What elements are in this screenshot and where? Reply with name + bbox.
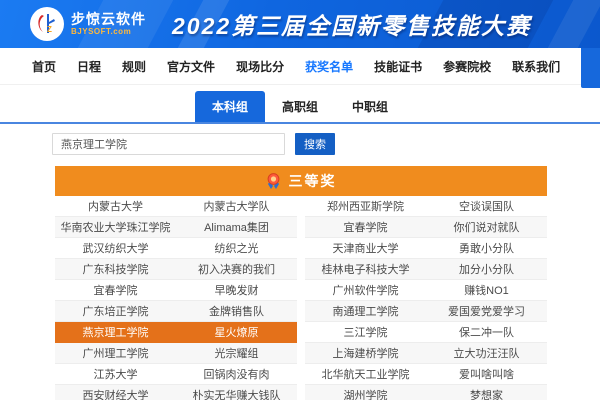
team-cell: 纺织之光 bbox=[176, 240, 297, 256]
medal-icon bbox=[266, 173, 281, 189]
award-banner: 三等奖 bbox=[55, 166, 547, 196]
school-cell: 江苏大学 bbox=[55, 366, 176, 382]
tab-高职组[interactable]: 高职组 bbox=[265, 91, 335, 122]
school-cell: 宜春学院 bbox=[55, 282, 176, 298]
table-row: 上海建桥学院立大功汪汪队 bbox=[305, 343, 547, 364]
school-cell: 西安财经大学 bbox=[55, 387, 176, 400]
school-cell: 三江学院 bbox=[305, 324, 426, 340]
search-button[interactable]: 搜索 bbox=[295, 133, 335, 155]
table-row: 燕京理工学院星火燎原 bbox=[55, 322, 297, 343]
search-input[interactable] bbox=[52, 133, 285, 155]
header-decor-stripe bbox=[536, 0, 600, 48]
award-banner-label: 三等奖 bbox=[289, 171, 337, 191]
logo-icon: Z bbox=[30, 7, 64, 41]
team-cell: 爱叫啥叫啥 bbox=[426, 366, 547, 382]
svg-text:Z: Z bbox=[47, 25, 52, 34]
school-cell: 华南农业大学珠江学院 bbox=[55, 219, 176, 235]
team-cell: 空谈误国队 bbox=[426, 198, 547, 214]
nav-item-获奖名单[interactable]: 获奖名单 bbox=[305, 58, 353, 75]
team-cell: 内蒙古大学队 bbox=[176, 198, 297, 214]
school-cell: 内蒙古大学 bbox=[55, 198, 176, 214]
team-cell: 回锅肉没有肉 bbox=[176, 366, 297, 382]
team-cell: Alimama集团 bbox=[176, 219, 297, 235]
tab-本科组[interactable]: 本科组 bbox=[195, 91, 265, 122]
nav-item-技能证书[interactable]: 技能证书 bbox=[374, 58, 422, 75]
team-cell: 朴实无华赚大钱队 bbox=[176, 387, 297, 400]
tab-中职组[interactable]: 中职组 bbox=[335, 91, 405, 122]
table-row: 内蒙古大学内蒙古大学队 bbox=[55, 196, 297, 217]
team-cell: 星火燎原 bbox=[176, 324, 297, 340]
team-cell: 加分小分队 bbox=[426, 261, 547, 277]
school-cell: 郑州西亚斯学院 bbox=[305, 198, 426, 214]
logo-domain: BJYSOFT.com bbox=[71, 27, 146, 36]
main-nav: 首页日程规则官方文件现场比分获奖名单技能证书参赛院校联系我们 登录 bbox=[0, 48, 600, 85]
results-table-left: 内蒙古大学内蒙古大学队华南农业大学珠江学院Alimama集团武汉纺织大学纺织之光… bbox=[55, 196, 297, 400]
results-area: 内蒙古大学内蒙古大学队华南农业大学珠江学院Alimama集团武汉纺织大学纺织之光… bbox=[55, 196, 547, 400]
table-row: 武汉纺织大学纺织之光 bbox=[55, 238, 297, 259]
table-row: 广州软件学院赚钱NO1 bbox=[305, 280, 547, 301]
school-cell: 南通理工学院 bbox=[305, 303, 426, 319]
school-cell: 广州理工学院 bbox=[55, 345, 176, 361]
table-row: 湖州学院梦想家 bbox=[305, 385, 547, 400]
team-cell: 你们说对就队 bbox=[426, 219, 547, 235]
results-table-right: 郑州西亚斯学院空谈误国队宜春学院你们说对就队天津商业大学勇敢小分队桂林电子科技大… bbox=[305, 196, 547, 400]
table-row: 广东科技学院初入决赛的我们 bbox=[55, 259, 297, 280]
page-title: 2022第三届全国新零售技能大赛 bbox=[172, 7, 531, 41]
nav-item-日程[interactable]: 日程 bbox=[77, 58, 101, 75]
login-button[interactable]: 登录 bbox=[581, 44, 600, 88]
table-row: 西安财经大学朴实无华赚大钱队 bbox=[55, 385, 297, 400]
site-logo[interactable]: Z 步惊云软件 BJYSOFT.com bbox=[30, 7, 146, 41]
nav-item-官方文件[interactable]: 官方文件 bbox=[167, 58, 215, 75]
school-cell: 广东培正学院 bbox=[55, 303, 176, 319]
table-row: 桂林电子科技大学加分小分队 bbox=[305, 259, 547, 280]
logo-name: 步惊云软件 bbox=[71, 12, 146, 27]
team-cell: 保二冲一队 bbox=[426, 324, 547, 340]
table-row: 三江学院保二冲一队 bbox=[305, 322, 547, 343]
app-header: Z 步惊云软件 BJYSOFT.com 2022第三届全国新零售技能大赛 bbox=[0, 0, 600, 48]
search-row: 搜索 bbox=[52, 133, 600, 155]
school-cell: 广州软件学院 bbox=[305, 282, 426, 298]
team-cell: 梦想家 bbox=[426, 387, 547, 400]
school-cell: 桂林电子科技大学 bbox=[305, 261, 426, 277]
team-cell: 赚钱NO1 bbox=[426, 282, 547, 298]
nav-item-现场比分[interactable]: 现场比分 bbox=[236, 58, 284, 75]
table-row: 天津商业大学勇敢小分队 bbox=[305, 238, 547, 259]
team-cell: 立大功汪汪队 bbox=[426, 345, 547, 361]
table-row: 北华航天工业学院爱叫啥叫啥 bbox=[305, 364, 547, 385]
nav-item-参赛院校[interactable]: 参赛院校 bbox=[443, 58, 491, 75]
group-tabs: 本科组高职组中职组 bbox=[0, 91, 600, 124]
team-cell: 金牌销售队 bbox=[176, 303, 297, 319]
school-cell: 湖州学院 bbox=[305, 387, 426, 400]
nav-item-联系我们[interactable]: 联系我们 bbox=[512, 58, 560, 75]
nav-item-首页[interactable]: 首页 bbox=[32, 58, 56, 75]
table-row: 广东培正学院金牌销售队 bbox=[55, 301, 297, 322]
team-cell: 初入决赛的我们 bbox=[176, 261, 297, 277]
logo-text: 步惊云软件 BJYSOFT.com bbox=[71, 12, 146, 36]
team-cell: 勇敢小分队 bbox=[426, 240, 547, 256]
school-cell: 广东科技学院 bbox=[55, 261, 176, 277]
team-cell: 爱国爱党爱学习 bbox=[426, 303, 547, 319]
team-cell: 光宗耀组 bbox=[176, 345, 297, 361]
table-row: 华南农业大学珠江学院Alimama集团 bbox=[55, 217, 297, 238]
school-cell: 上海建桥学院 bbox=[305, 345, 426, 361]
school-cell: 宜春学院 bbox=[305, 219, 426, 235]
nav-item-规则[interactable]: 规则 bbox=[122, 58, 146, 75]
table-row: 广州理工学院光宗耀组 bbox=[55, 343, 297, 364]
school-cell: 燕京理工学院 bbox=[55, 324, 176, 340]
team-cell: 早晚发财 bbox=[176, 282, 297, 298]
school-cell: 天津商业大学 bbox=[305, 240, 426, 256]
table-row: 南通理工学院爱国爱党爱学习 bbox=[305, 301, 547, 322]
school-cell: 武汉纺织大学 bbox=[55, 240, 176, 256]
school-cell: 北华航天工业学院 bbox=[305, 366, 426, 382]
nav-items: 首页 日程 规则 官方文件 现场比分 获奖名单 技能证书 参赛院校 联系我们 bbox=[32, 58, 581, 75]
table-row: 江苏大学回锅肉没有肉 bbox=[55, 364, 297, 385]
table-row: 郑州西亚斯学院空谈误国队 bbox=[305, 196, 547, 217]
table-row: 宜春学院你们说对就队 bbox=[305, 217, 547, 238]
table-row: 宜春学院早晚发财 bbox=[55, 280, 297, 301]
